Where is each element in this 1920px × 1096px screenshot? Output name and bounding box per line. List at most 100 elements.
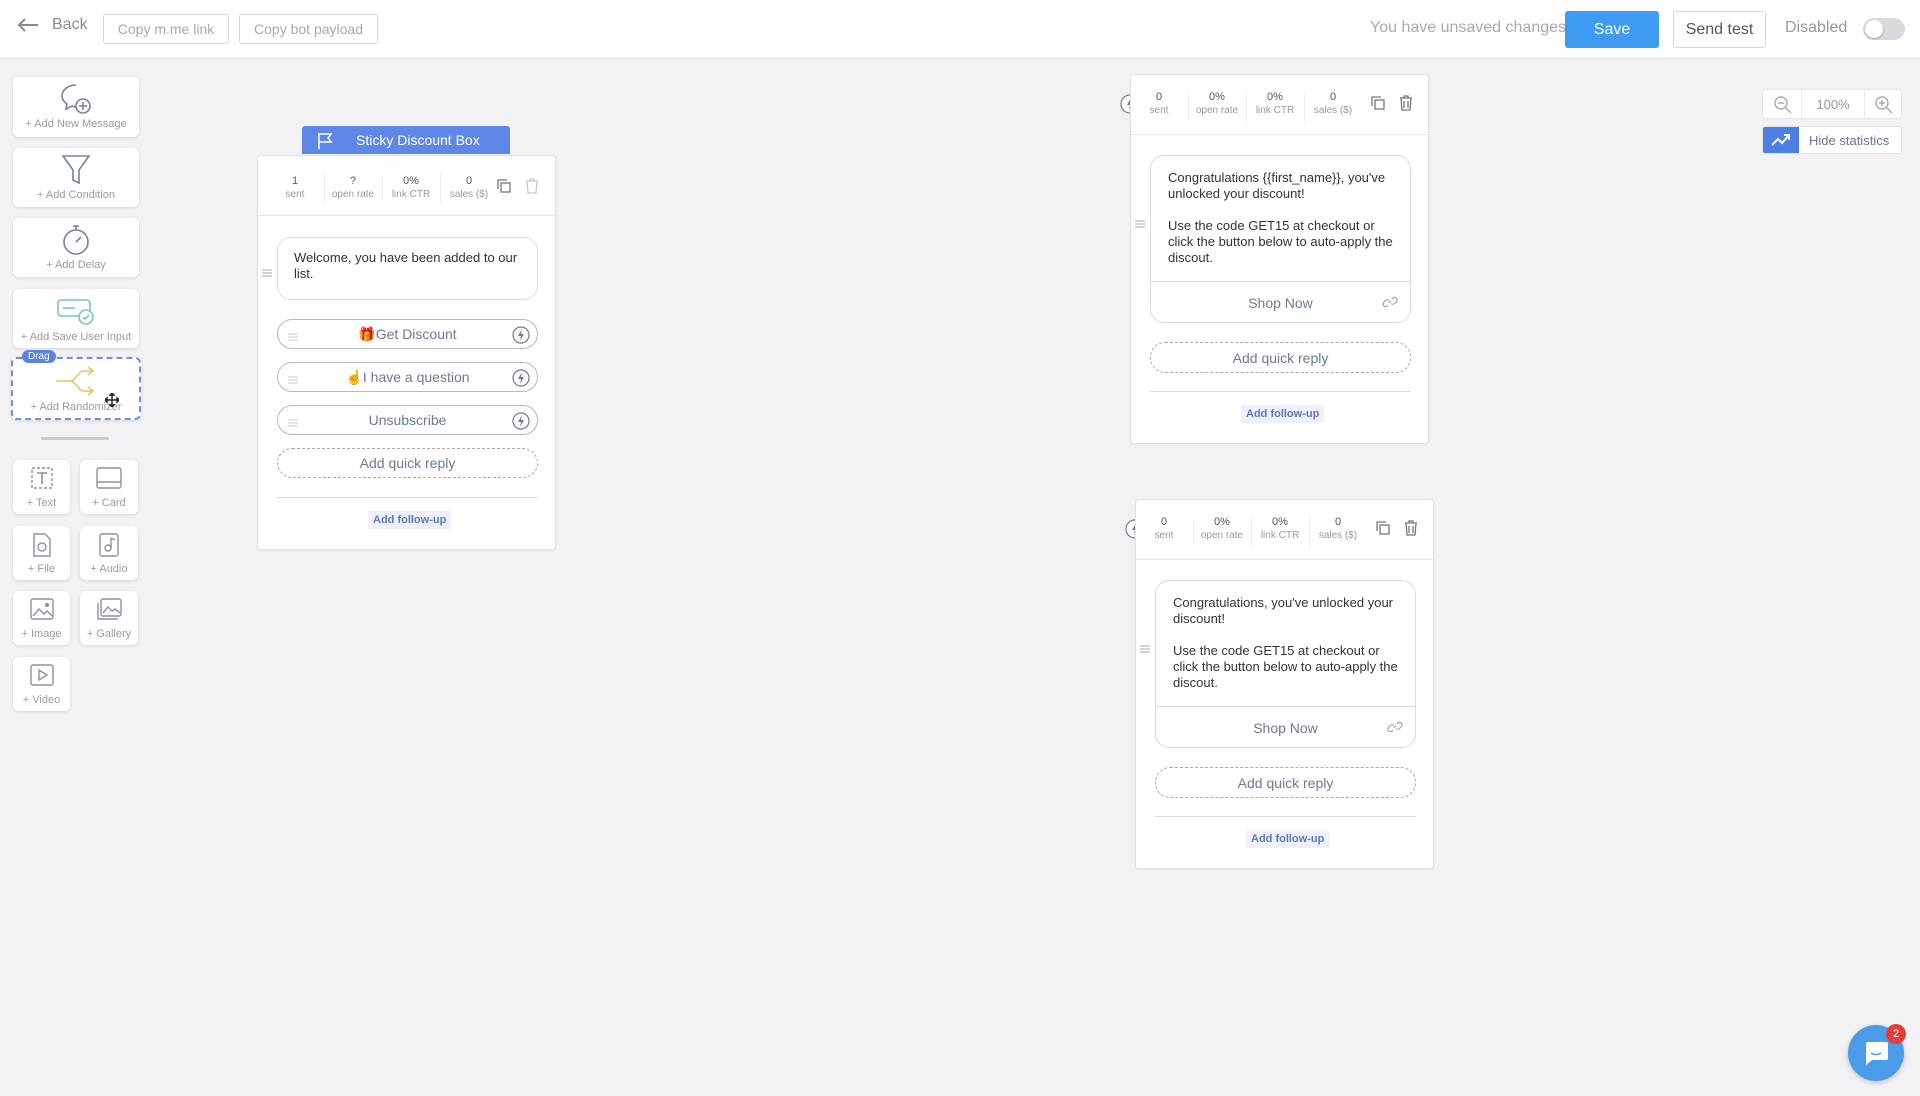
status-label: Disabled	[1785, 19, 1848, 36]
drag-badge: Drag	[22, 350, 56, 363]
separator	[1155, 816, 1416, 817]
stat-open-rate: 0% open rate	[1200, 516, 1244, 541]
text-icon	[13, 466, 70, 490]
video-icon	[13, 663, 70, 687]
drag-grip-icon[interactable]	[1135, 215, 1145, 228]
add-message-label: + Add New Message	[25, 118, 127, 130]
message-text[interactable]: Congratulations {{first_name}}, you've u…	[1151, 156, 1410, 280]
file-icon	[13, 532, 70, 558]
add-gallery-label: + Gallery	[86, 628, 132, 640]
add-randomizer-tool[interactable]: + Add Randomizer	[11, 357, 141, 420]
drag-handle-icon	[288, 414, 298, 430]
add-save-input-label: + Add Save User Input	[20, 331, 132, 343]
link-icon	[1382, 294, 1398, 313]
copy-link-button[interactable]: Copy m.me link	[103, 14, 229, 44]
support-chat-button[interactable]: 2	[1848, 1024, 1906, 1081]
enable-toggle[interactable]	[1863, 18, 1905, 40]
add-file-tool[interactable]: + File	[13, 526, 70, 580]
message-node-discount-personal[interactable]: 0 sent 0% open rate 0% link CTR 0 sales ($) …	[1130, 74, 1429, 444]
stat-sales: 0 sales ($)	[449, 175, 489, 200]
gallery-icon	[80, 597, 138, 621]
add-delay-label: + Add Delay	[46, 259, 106, 271]
bolt-icon[interactable]	[512, 326, 530, 347]
add-quick-reply-button[interactable]: Add quick reply	[1155, 767, 1416, 798]
bolt-icon[interactable]	[512, 412, 530, 433]
add-follow-up-button[interactable]: Add follow-up	[1246, 830, 1330, 848]
message-node-start[interactable]: 1 sent ? open rate 0% link CTR 0 sales ($) W…	[257, 155, 556, 550]
stat-open-rate: 0% open rate	[1195, 91, 1239, 116]
message-card[interactable]: Congratulations {{first_name}}, you've u…	[1150, 155, 1411, 323]
stat-open-rate: ? open rate	[331, 175, 375, 200]
shuffle-icon	[13, 364, 139, 398]
message-card[interactable]: Congratulations, you've unlocked your di…	[1155, 580, 1416, 748]
toggle-knob	[1865, 20, 1883, 38]
add-delay-tool[interactable]: + Add Delay	[13, 218, 139, 277]
duplicate-icon[interactable]	[495, 177, 513, 195]
back-button[interactable]: Back	[16, 16, 88, 34]
hide-statistics-button[interactable]: Hide statistics	[1762, 126, 1902, 154]
node-stats: 0 sent 0% open rate 0% link CTR 0 sales ($)	[1131, 75, 1428, 135]
node-stats: 0 sent 0% open rate 0% link CTR 0 sales ($)	[1136, 500, 1433, 560]
move-cursor-icon	[104, 392, 120, 410]
add-gallery-tool[interactable]: + Gallery	[80, 591, 138, 645]
start-flag-header[interactable]: Sticky Discount Box	[302, 126, 510, 154]
stat-sent: 0 sent	[1154, 516, 1174, 541]
add-message-tool[interactable]: + Add New Message	[13, 77, 139, 137]
node-stats: 1 sent ? open rate 0% link CTR 0 sales ($)	[258, 156, 555, 216]
add-condition-label: + Add Condition	[37, 189, 115, 201]
add-condition-tool[interactable]: + Add Condition	[13, 148, 139, 207]
zoom-out-icon[interactable]	[1773, 95, 1793, 120]
add-randomizer-label: + Add Randomizer	[30, 401, 122, 413]
add-text-tool[interactable]: + Text	[13, 460, 70, 514]
link-icon	[1387, 719, 1403, 738]
save-button[interactable]: Save	[1565, 11, 1659, 48]
zoom-control: 100%	[1762, 89, 1902, 119]
flag-title: Sticky Discount Box	[356, 132, 480, 148]
hide-statistics-label: Hide statistics	[1809, 133, 1890, 148]
drag-handle-icon	[288, 328, 298, 344]
message-text[interactable]: Welcome, you have been added to our list…	[277, 237, 538, 300]
add-quick-reply-button[interactable]: Add quick reply	[1150, 342, 1411, 373]
zoom-level: 100%	[1801, 90, 1865, 118]
trash-icon[interactable]	[523, 177, 541, 195]
trend-icon	[1763, 127, 1799, 153]
add-image-label: + Image	[21, 628, 62, 640]
add-audio-label: + Audio	[90, 563, 128, 575]
send-test-button[interactable]: Send test	[1673, 11, 1766, 48]
add-follow-up-button[interactable]: Add follow-up	[1241, 405, 1325, 423]
quick-reply-unsubscribe[interactable]: Unsubscribe	[277, 405, 538, 435]
add-follow-up-button[interactable]: Add follow-up	[368, 511, 452, 529]
shop-now-button[interactable]: Shop Now	[1151, 281, 1410, 322]
button-label: Shop Now	[1248, 294, 1313, 311]
copy-payload-button[interactable]: Copy bot payload	[239, 14, 378, 44]
chat-icon	[1866, 1042, 1888, 1065]
drag-grip-icon[interactable]	[1140, 640, 1150, 653]
add-audio-tool[interactable]: + Audio	[80, 526, 138, 580]
quick-reply-get-discount[interactable]: 🎁Get Discount	[277, 319, 538, 349]
quick-reply-label: Unsubscribe	[368, 412, 447, 428]
arrow-left-icon	[17, 18, 38, 32]
message-text[interactable]: Congratulations, you've unlocked your di…	[1156, 581, 1415, 705]
add-card-tool[interactable]: + Card	[80, 460, 138, 514]
add-save-input-tool[interactable]: + Add Save User Input	[13, 289, 139, 348]
duplicate-icon[interactable]	[1374, 519, 1392, 537]
input-check-icon	[13, 297, 139, 327]
message-node-discount[interactable]: 0 sent 0% open rate 0% link CTR 0 sales ($) …	[1135, 499, 1434, 869]
toolbox-divider	[41, 437, 109, 440]
quick-reply-question[interactable]: ☝️I have a question	[277, 362, 538, 392]
add-text-label: + Text	[26, 497, 57, 509]
trash-icon[interactable]	[1397, 94, 1415, 112]
add-video-tool[interactable]: + Video	[13, 657, 70, 711]
bolt-icon[interactable]	[512, 369, 530, 390]
top-bar: Back Copy m.me link Copy bot payload You…	[0, 0, 1920, 59]
unread-badge: 2	[1886, 1024, 1906, 1044]
zoom-in-icon[interactable]	[1874, 95, 1894, 120]
add-image-tool[interactable]: + Image	[13, 591, 70, 645]
stat-sent: 1 sent	[285, 175, 305, 200]
trash-icon[interactable]	[1402, 519, 1420, 537]
drag-grip-icon[interactable]	[262, 264, 272, 277]
add-quick-reply-button[interactable]: Add quick reply	[277, 448, 538, 478]
duplicate-icon[interactable]	[1369, 94, 1387, 112]
shop-now-button[interactable]: Shop Now	[1156, 706, 1415, 747]
add-file-label: + File	[27, 563, 56, 575]
